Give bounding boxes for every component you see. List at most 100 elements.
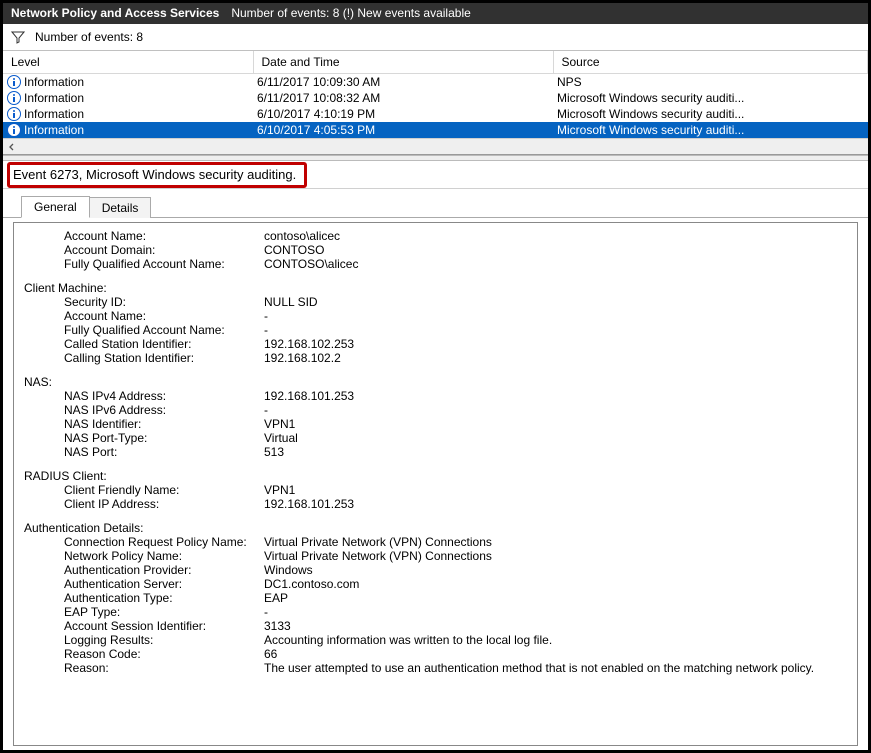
field-value: Virtual Private Network (VPN) Connection…: [264, 535, 847, 549]
section: Authentication Details:Connection Reques…: [24, 521, 847, 675]
section-title: RADIUS Client:: [24, 469, 847, 483]
field-key: Calling Station Identifier:: [64, 351, 264, 365]
level-text: Information: [24, 91, 84, 105]
hscroll[interactable]: [3, 138, 868, 154]
col-level[interactable]: Level: [3, 51, 253, 74]
info-icon: [7, 75, 21, 89]
field-row: NAS IPv4 Address:192.168.101.253: [24, 389, 847, 403]
field-row: Account Domain:CONTOSO: [24, 243, 847, 257]
field-row: Network Policy Name:Virtual Private Netw…: [24, 549, 847, 563]
field-key: NAS IPv4 Address:: [64, 389, 264, 403]
source-text: Microsoft Windows security auditi...: [553, 106, 868, 122]
field-key: Fully Qualified Account Name:: [64, 257, 264, 271]
field-key: Fully Qualified Account Name:: [64, 323, 264, 337]
table-row[interactable]: Information6/11/2017 10:08:32 AMMicrosof…: [3, 90, 868, 106]
source-text: NPS: [553, 74, 868, 91]
field-key: Client Friendly Name:: [64, 483, 264, 497]
field-row: Fully Qualified Account Name:CONTOSO\ali…: [24, 257, 847, 271]
field-key: Authentication Type:: [64, 591, 264, 605]
field-row: Account Session Identifier:3133: [24, 619, 847, 633]
col-date-time[interactable]: Date and Time: [253, 51, 553, 74]
field-row: Reason Code:66: [24, 647, 847, 661]
field-row: Authentication Provider:Windows: [24, 563, 847, 577]
section-title: Authentication Details:: [24, 521, 847, 535]
field-key: Logging Results:: [64, 633, 264, 647]
table-row[interactable]: Information 6/10/2017 4:05:53 PMMicrosoft…: [3, 122, 868, 138]
table-row[interactable]: Information 6/11/2017 10:09:30 AMNPS: [3, 74, 868, 91]
field-row: NAS Port-Type:Virtual: [24, 431, 847, 445]
field-row: Calling Station Identifier:192.168.102.2: [24, 351, 847, 365]
field-value: VPN1: [264, 483, 847, 497]
field-key: Connection Request Policy Name:: [64, 535, 264, 549]
field-value: Virtual: [264, 431, 847, 445]
field-value: CONTOSO: [264, 243, 847, 257]
level-text: Information: [24, 107, 84, 121]
field-row: Authentication Type:EAP: [24, 591, 847, 605]
field-row: EAP Type:-: [24, 605, 847, 619]
field-value: 192.168.101.253: [264, 497, 847, 511]
field-key: NAS Port-Type:: [64, 431, 264, 445]
events-table-wrap: Level Date and Time Source Information 6/…: [3, 51, 868, 155]
section-title: NAS:: [24, 375, 847, 389]
field-value: CONTOSO\alicec: [264, 257, 847, 271]
field-row: Reason:The user attempted to use an auth…: [24, 661, 847, 675]
field-key: Account Session Identifier:: [64, 619, 264, 633]
field-value: The user attempted to use an authenticat…: [264, 661, 847, 675]
field-row: Authentication Server:DC1.contoso.com: [24, 577, 847, 591]
field-key: Security ID:: [64, 295, 264, 309]
detail-pane: Account Name:contoso\alicecAccount Domai…: [3, 218, 868, 750]
datetime-text: 6/11/2017 10:09:30 AM: [253, 74, 553, 91]
level-text: Information: [24, 75, 84, 89]
filter-label: Number of events: 8: [35, 30, 143, 44]
field-key: Account Domain:: [64, 243, 264, 257]
field-row: Connection Request Policy Name:Virtual P…: [24, 535, 847, 549]
filter-bar: Number of events: 8: [3, 24, 868, 51]
field-value: 192.168.101.253: [264, 389, 847, 403]
field-value: 513: [264, 445, 847, 459]
field-value: -: [264, 605, 847, 619]
table-row[interactable]: Information 6/10/2017 4:10:19 PMMicrosoft…: [3, 106, 868, 122]
field-value: contoso\alicec: [264, 229, 847, 243]
field-row: Called Station Identifier:192.168.102.25…: [24, 337, 847, 351]
field-key: NAS Port:: [64, 445, 264, 459]
field-value: Windows: [264, 563, 847, 577]
title-status: Number of events: 8 (!) New events avail…: [231, 6, 470, 20]
field-key: Network Policy Name:: [64, 549, 264, 563]
datetime-text: 6/10/2017 4:10:19 PM: [253, 106, 553, 122]
field-row: Account Name:-: [24, 309, 847, 323]
source-text: Microsoft Windows security auditi...: [553, 122, 868, 138]
field-value: EAP: [264, 591, 847, 605]
level-text: Information: [24, 123, 84, 137]
field-value: Accounting information was written to th…: [264, 633, 847, 647]
field-key: Called Station Identifier:: [64, 337, 264, 351]
section: Client Machine:Security ID:NULL SIDAccou…: [24, 281, 847, 365]
event-title-bar: Event 6273, Microsoft Windows security a…: [3, 161, 868, 189]
datetime-text: 6/10/2017 4:05:53 PM: [253, 122, 553, 138]
field-row: NAS Port:513: [24, 445, 847, 459]
field-value: DC1.contoso.com: [264, 577, 847, 591]
col-source[interactable]: Source: [553, 51, 868, 74]
field-value: -: [264, 309, 847, 323]
chevron-left-icon[interactable]: [5, 140, 19, 154]
field-row: Fully Qualified Account Name:-: [24, 323, 847, 337]
field-key: Authentication Provider:: [64, 563, 264, 577]
filter-icon[interactable]: [11, 30, 25, 44]
field-key: Account Name:: [64, 229, 264, 243]
field-value: 3133: [264, 619, 847, 633]
field-value: 66: [264, 647, 847, 661]
field-value: Virtual Private Network (VPN) Connection…: [264, 549, 847, 563]
app-title: Network Policy and Access Services: [11, 6, 219, 20]
table-header-row[interactable]: Level Date and Time Source: [3, 51, 868, 74]
window-frame: Network Policy and Access Services Numbe…: [0, 0, 871, 753]
info-icon: [7, 123, 21, 137]
field-key: NAS Identifier:: [64, 417, 264, 431]
field-value: VPN1: [264, 417, 847, 431]
detail-inner[interactable]: Account Name:contoso\alicecAccount Domai…: [13, 222, 858, 746]
tab-details[interactable]: Details: [89, 197, 152, 218]
datetime-text: 6/11/2017 10:08:32 AM: [253, 90, 553, 106]
field-value: -: [264, 323, 847, 337]
field-value: 192.168.102.253: [264, 337, 847, 351]
event-title: Event 6273, Microsoft Windows security a…: [13, 167, 296, 182]
tab-general[interactable]: General: [21, 196, 90, 218]
events-table[interactable]: Level Date and Time Source Information 6/…: [3, 51, 868, 138]
